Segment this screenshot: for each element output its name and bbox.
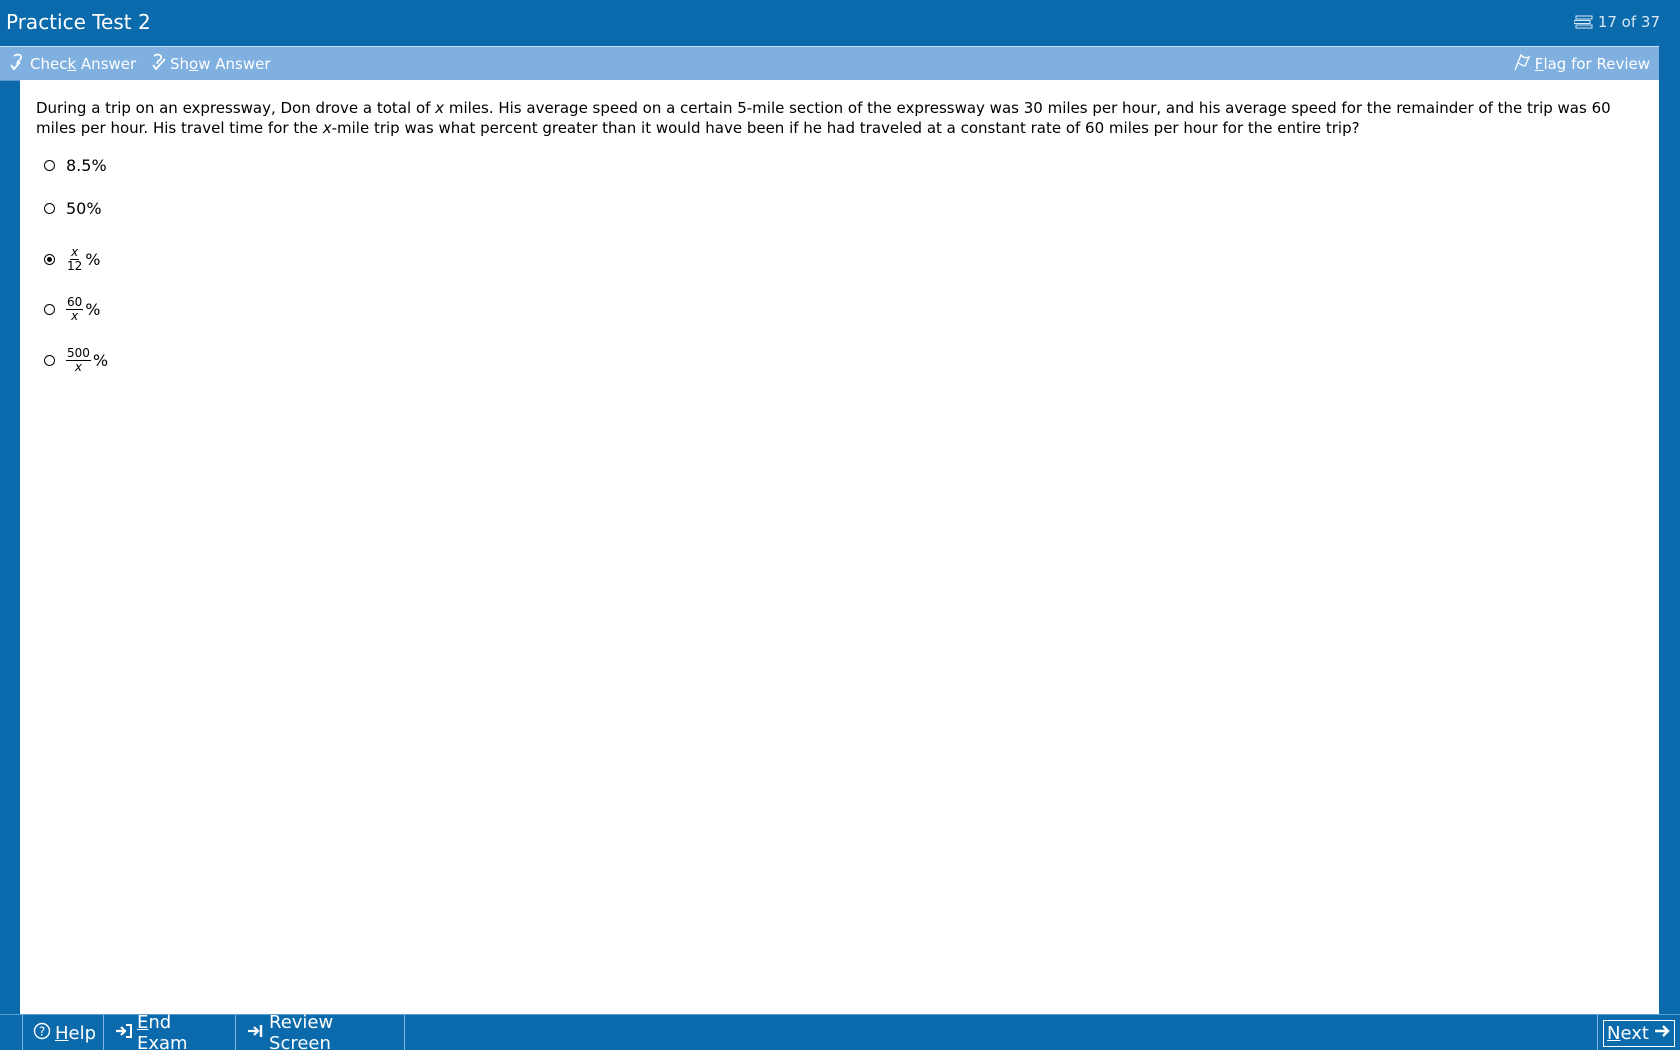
choice-label: 8.5%	[66, 156, 107, 175]
toolbar: Check Answer Show Answer Flag for Review	[0, 46, 1659, 81]
fraction: 60 x	[66, 295, 84, 323]
fraction-denominator: 12	[67, 259, 83, 273]
help-label: Help	[55, 1022, 97, 1044]
fraction-numerator: x	[70, 245, 80, 260]
review-screen-button[interactable]: Review Screen	[237, 1012, 405, 1050]
percent-sign: %	[85, 250, 101, 269]
check-answer-icon	[10, 53, 26, 75]
fraction-numerator: 500	[66, 346, 91, 361]
radio-button[interactable]	[44, 355, 55, 366]
answer-choice-e[interactable]: 500 x %	[44, 347, 108, 374]
help-icon: ?	[33, 1022, 51, 1045]
svg-text:?: ?	[39, 1024, 45, 1038]
answer-choice-c[interactable]: x 12 %	[44, 246, 100, 273]
next-button[interactable]: Next	[1597, 1015, 1680, 1050]
question-panel: During a trip on an expressway, Don drov…	[20, 80, 1659, 1014]
progress-text: 17 of 37	[1597, 13, 1660, 31]
percent-sign: %	[92, 351, 109, 370]
flag-icon	[1513, 53, 1531, 75]
check-answer-label: Check Answer	[30, 55, 137, 73]
answer-choice-b[interactable]: 50%	[44, 199, 102, 218]
end-exam-icon	[115, 1022, 133, 1045]
show-answer-label: Show Answer	[170, 55, 271, 73]
fraction-numerator: 60	[66, 295, 84, 310]
answer-choice-d[interactable]: 60 x %	[44, 296, 100, 323]
next-arrow-icon	[1653, 1022, 1671, 1045]
answer-choice-a[interactable]: 8.5%	[44, 156, 107, 175]
question-list-icon	[1573, 15, 1594, 29]
page-title: Practice Test 2	[6, 10, 151, 34]
fraction-denominator: x	[74, 360, 82, 374]
exam-window: Practice Test 2 17 of 37 Check Answer Sh…	[0, 0, 1680, 1050]
review-screen-label: Review Screen	[269, 1012, 334, 1050]
next-label: Next	[1607, 1022, 1649, 1044]
choice-label: 50%	[66, 199, 102, 218]
radio-button[interactable]	[44, 203, 55, 214]
bottom-navigation-bar: ? Help End Exam Review Screen Next	[0, 1012, 1680, 1050]
flag-for-review-label: Flag for Review	[1534, 55, 1650, 73]
help-button[interactable]: ? Help	[22, 1015, 104, 1050]
check-answer-button[interactable]: Check Answer	[10, 53, 136, 75]
review-screen-icon	[247, 1022, 265, 1045]
end-exam-label: End Exam	[137, 1012, 188, 1050]
percent-sign: %	[85, 300, 101, 319]
title-bar: Practice Test 2 17 of 37	[0, 0, 1680, 45]
show-answer-button[interactable]: Show Answer	[150, 53, 271, 75]
show-answer-icon	[150, 53, 166, 75]
radio-button[interactable]	[44, 160, 55, 171]
fraction: 500 x	[66, 347, 91, 374]
flag-for-review-button[interactable]: Flag for Review	[1513, 53, 1650, 75]
fraction-denominator: x	[71, 309, 79, 323]
fraction: x 12	[66, 246, 83, 273]
radio-button-selected[interactable]	[44, 254, 55, 265]
radio-button[interactable]	[44, 304, 55, 315]
question-stem: During a trip on an expressway, Don drov…	[36, 99, 1611, 137]
next-button-frame: Next	[1603, 1019, 1675, 1047]
question-progress: 17 of 37	[1573, 13, 1660, 31]
end-exam-button[interactable]: End Exam	[105, 1012, 236, 1050]
